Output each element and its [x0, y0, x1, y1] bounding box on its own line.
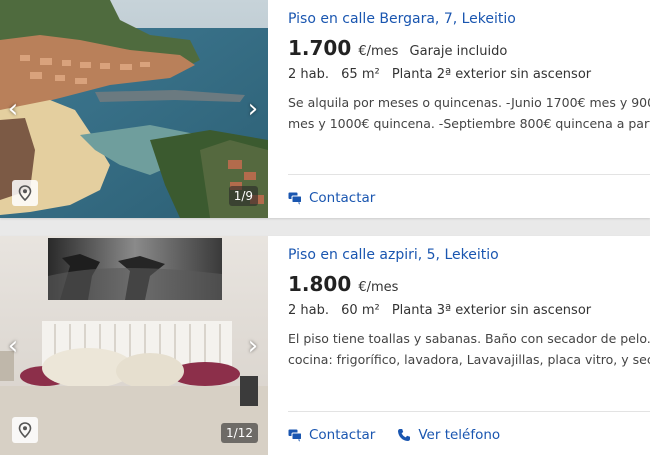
contact-label: Contactar: [309, 190, 376, 206]
listing-price: 1.700: [288, 36, 352, 60]
size: 65 m²: [341, 67, 380, 82]
chevron-left-icon: ‹: [7, 330, 19, 361]
phone-icon: [398, 429, 411, 441]
listing-details: 2 hab. 65 m² Planta 2ª exterior sin asce…: [288, 67, 599, 82]
listing-photo[interactable]: ‹ › 1/12: [0, 236, 268, 455]
map-pin-icon: [18, 422, 32, 438]
coastal-town-photo: [0, 0, 268, 218]
listing-card[interactable]: ‹ › 1/12 Piso en calle azpiri, 5, Lekeit…: [0, 236, 650, 455]
prev-photo-button[interactable]: ‹: [2, 331, 24, 361]
price-unit: €/mes: [358, 280, 399, 295]
divider: [288, 174, 650, 175]
listing-description[interactable]: El piso tiene toallas y sabanas. Baño co…: [288, 328, 650, 370]
chevron-right-icon: ›: [247, 94, 259, 124]
photo-counter: 1/12: [221, 423, 258, 443]
price-extra: Garaje incluido: [409, 44, 508, 59]
chat-icon: [288, 192, 302, 205]
description-line: cocina: frigorífico, lavadora, Lavavajil…: [288, 352, 650, 367]
description-line: mes y 1000€ quincena. -Septiembre 800€ q…: [288, 116, 650, 131]
size: 60 m²: [341, 303, 380, 318]
listing-actions: Contactar Ver teléfono: [288, 427, 500, 443]
prev-photo-button[interactable]: ‹: [2, 94, 24, 124]
map-button[interactable]: [12, 417, 38, 443]
listing-title[interactable]: Piso en calle azpiri, 5, Lekeitio: [288, 247, 499, 263]
chevron-left-icon: ‹: [7, 94, 19, 124]
next-photo-button[interactable]: ›: [242, 331, 264, 361]
contact-button[interactable]: Contactar: [288, 190, 375, 206]
rooms: 2 hab.: [288, 67, 329, 82]
price-row: 1.800 €/mes: [288, 272, 398, 296]
map-pin-icon: [18, 185, 32, 201]
contact-label: Contactar: [309, 427, 376, 443]
listing-info: Piso en calle Bergara, 7, Lekeitio 1.700…: [288, 0, 650, 218]
listing-info: Piso en calle azpiri, 5, Lekeitio 1.800 …: [288, 236, 650, 455]
chevron-right-icon: ›: [247, 330, 259, 361]
rooms: 2 hab.: [288, 303, 329, 318]
listing-photo[interactable]: ‹ › 1/9: [0, 0, 268, 218]
floor: Planta 2ª exterior sin ascensor: [391, 67, 592, 82]
listing-details: 2 hab. 60 m² Planta 3ª exterior sin asce…: [288, 303, 599, 318]
photo-counter: 1/9: [228, 186, 258, 206]
next-photo-button[interactable]: ›: [242, 94, 264, 124]
listing-actions: Contactar: [288, 190, 375, 206]
divider: [288, 411, 650, 412]
chat-icon: [288, 429, 302, 442]
price-unit: €/mes: [358, 44, 399, 59]
map-button[interactable]: [12, 180, 38, 206]
phone-button[interactable]: Ver teléfono: [397, 427, 500, 443]
listing-card[interactable]: ‹ › 1/9 Piso en calle Bergara, 7, Lekeit…: [0, 0, 650, 218]
phone-label: Ver teléfono: [418, 427, 501, 443]
price-row: 1.700 €/mes Garaje incluido: [288, 36, 507, 60]
description-line: El piso tiene toallas y sabanas. Baño co…: [288, 331, 650, 346]
description-line: Se alquila por meses o quincenas. -Junio…: [288, 95, 650, 110]
listing-price: 1.800: [288, 272, 352, 296]
listing-description[interactable]: Se alquila por meses o quincenas. -Junio…: [288, 92, 650, 134]
floor: Planta 3ª exterior sin ascensor: [391, 303, 592, 318]
listing-title[interactable]: Piso en calle Bergara, 7, Lekeitio: [288, 11, 516, 27]
contact-button[interactable]: Contactar: [288, 427, 375, 443]
